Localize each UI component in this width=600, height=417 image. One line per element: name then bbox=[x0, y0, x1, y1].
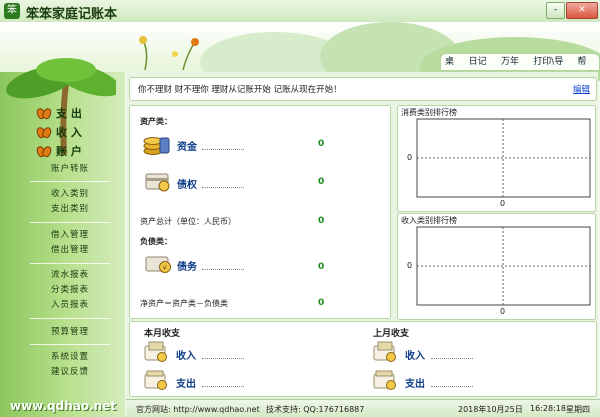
status-support: 技术支持: QQ:176716887 bbox=[266, 405, 365, 414]
y-tick-label: 0 bbox=[407, 261, 413, 270]
butterfly-icon bbox=[38, 107, 50, 119]
credit-card-icon bbox=[145, 173, 170, 192]
leader-dots bbox=[202, 187, 244, 188]
asset-funds-label[interactable]: 资金 bbox=[177, 138, 197, 153]
last-month-expense-label[interactable]: 支出 bbox=[405, 375, 425, 390]
nav-group-transfer: 账户转账 bbox=[30, 162, 110, 177]
asset-funds-value: 0 bbox=[318, 139, 325, 149]
x-tick-label: 0 bbox=[500, 199, 506, 208]
nav-settings[interactable]: 系统设置 bbox=[30, 350, 110, 365]
nav-expense-category[interactable]: 支出类别 bbox=[30, 202, 110, 217]
nav-member-report[interactable]: 入员报表 bbox=[30, 298, 110, 313]
nav-flow-report[interactable]: 流水报表 bbox=[30, 268, 110, 283]
asset-credit-value: 0 bbox=[318, 177, 325, 187]
main-nav: 支 出 收 入 账 户 bbox=[38, 103, 82, 160]
net-assets-label: 净资产＝资产类－负债类 bbox=[140, 299, 228, 308]
income-icon bbox=[373, 341, 396, 362]
this-month-income-label[interactable]: 收入 bbox=[176, 347, 196, 362]
close-button[interactable]: ✕ bbox=[566, 2, 598, 19]
expense-icon bbox=[144, 370, 167, 390]
svg-text:¥: ¥ bbox=[163, 264, 168, 272]
nav-lend[interactable]: 借出管理 bbox=[30, 243, 110, 258]
asset-total-label: 资产总计（单位：人民币） bbox=[140, 217, 236, 226]
nav-group-loans: 借入管理 借出管理 bbox=[30, 228, 110, 258]
nav-account-transfer[interactable]: 账户转账 bbox=[30, 162, 110, 177]
chart-plot bbox=[416, 118, 591, 198]
menu-desktop[interactable]: 桌面 bbox=[445, 54, 463, 83]
nav-divider bbox=[30, 222, 110, 223]
app-window: 笨 笨笨家庭记账本 - ✕ 桌面 日记本 万年历 打印\导出 帮助 支 出 收 bbox=[0, 0, 600, 417]
menu-print-export[interactable]: 打印\导出 bbox=[533, 54, 571, 83]
status-date: 2018年10月25日 bbox=[458, 405, 523, 414]
nav-feedback[interactable]: 建议反馈 bbox=[30, 365, 110, 380]
top-menu: 桌面 日记本 万年历 打印\导出 帮助 bbox=[440, 53, 600, 83]
leader-dots bbox=[202, 358, 244, 359]
window-title: 笨笨家庭记账本 bbox=[26, 7, 118, 22]
status-time: 16:28:18 bbox=[530, 404, 566, 413]
asset-section-label: 资产类： bbox=[140, 117, 172, 126]
butterfly-icon bbox=[38, 145, 50, 157]
app-logo-icon: 笨 bbox=[4, 3, 20, 19]
liability-section-label: 负债类： bbox=[140, 237, 172, 246]
expense-ranking-chart: 消费类别排行榜 0 0 bbox=[397, 105, 596, 212]
debt-icon: ¥ bbox=[145, 256, 171, 273]
butterfly-icon bbox=[38, 126, 50, 138]
net-assets-value: 0 bbox=[318, 298, 325, 308]
nav-divider bbox=[30, 344, 110, 345]
nav-group-categories: 收入类别 支出类别 bbox=[30, 187, 110, 217]
nav-account[interactable]: 账 户 bbox=[38, 141, 82, 160]
minimize-button[interactable]: - bbox=[546, 2, 565, 19]
flower-decoration-icon bbox=[139, 36, 199, 70]
nav-divider bbox=[30, 263, 110, 264]
menu-help[interactable]: 帮助 bbox=[577, 54, 595, 83]
this-month-expense-label[interactable]: 支出 bbox=[176, 375, 196, 390]
status-website[interactable]: 官方网站: http://www.qdhao.net bbox=[136, 404, 260, 415]
motto-bar: 你不理财 财不理你 理财从记账开始 记账从现在开始！ 编辑 bbox=[129, 77, 597, 101]
asset-credit-label[interactable]: 债权 bbox=[177, 176, 197, 191]
coins-icon bbox=[143, 137, 170, 155]
nav-group-budget: 预算管理 bbox=[30, 325, 110, 340]
chart-plot bbox=[416, 226, 591, 306]
nav-divider bbox=[30, 318, 110, 319]
edit-link[interactable]: 编辑 bbox=[573, 83, 590, 95]
income-ranking-chart: 收入类别排行榜 0 0 bbox=[397, 213, 596, 320]
menu-calendar[interactable]: 万年历 bbox=[501, 54, 527, 83]
monthly-summary-panel: 本月收支 收入 支出 上月收支 收入 支出 bbox=[129, 321, 597, 397]
x-tick-label: 0 bbox=[500, 307, 506, 316]
asset-total-value: 0 bbox=[318, 216, 325, 226]
nav-category-report[interactable]: 分类报表 bbox=[30, 283, 110, 298]
this-month-title: 本月收支 bbox=[144, 329, 181, 339]
nav-income[interactable]: 收 入 bbox=[38, 122, 82, 141]
nav-expense[interactable]: 支 出 bbox=[38, 103, 82, 122]
leader-dots bbox=[202, 269, 244, 270]
expense-icon bbox=[373, 370, 396, 390]
menu-diary[interactable]: 日记本 bbox=[469, 54, 495, 83]
title-bar: 笨 笨笨家庭记账本 - ✕ bbox=[0, 0, 600, 23]
y-tick-label: 0 bbox=[407, 153, 413, 162]
leader-dots bbox=[202, 386, 244, 387]
nav-borrow[interactable]: 借入管理 bbox=[30, 228, 110, 243]
nav-budget[interactable]: 预算管理 bbox=[30, 325, 110, 340]
liability-debt-label[interactable]: 债务 bbox=[177, 258, 197, 273]
leader-dots bbox=[202, 149, 244, 150]
leader-dots bbox=[431, 358, 473, 359]
leader-dots bbox=[431, 386, 473, 387]
income-icon bbox=[144, 341, 167, 362]
liability-debt-value: 0 bbox=[318, 262, 325, 272]
motto-text: 你不理财 财不理你 理财从记账开始 记账从现在开始！ bbox=[138, 85, 342, 95]
last-month-income-label[interactable]: 收入 bbox=[405, 347, 425, 362]
nav-income-category[interactable]: 收入类别 bbox=[30, 187, 110, 202]
website-logo-text: www.qdhao.net bbox=[10, 399, 117, 413]
nav-group-reports: 流水报表 分类报表 入员报表 bbox=[30, 268, 110, 313]
asset-panel: 资产类： 资金 0 债权 0 资产总计（单位：人民币） 0 负债类： ¥ 债务 … bbox=[129, 105, 391, 319]
nav-group-system: 系统设置 建议反馈 bbox=[30, 350, 110, 380]
nav-divider bbox=[30, 181, 110, 182]
status-bar: 官方网站: http://www.qdhao.net 技术支持: QQ:1767… bbox=[126, 399, 600, 417]
last-month-title: 上月收支 bbox=[373, 329, 410, 339]
status-weekday: 星期四 bbox=[566, 405, 590, 414]
